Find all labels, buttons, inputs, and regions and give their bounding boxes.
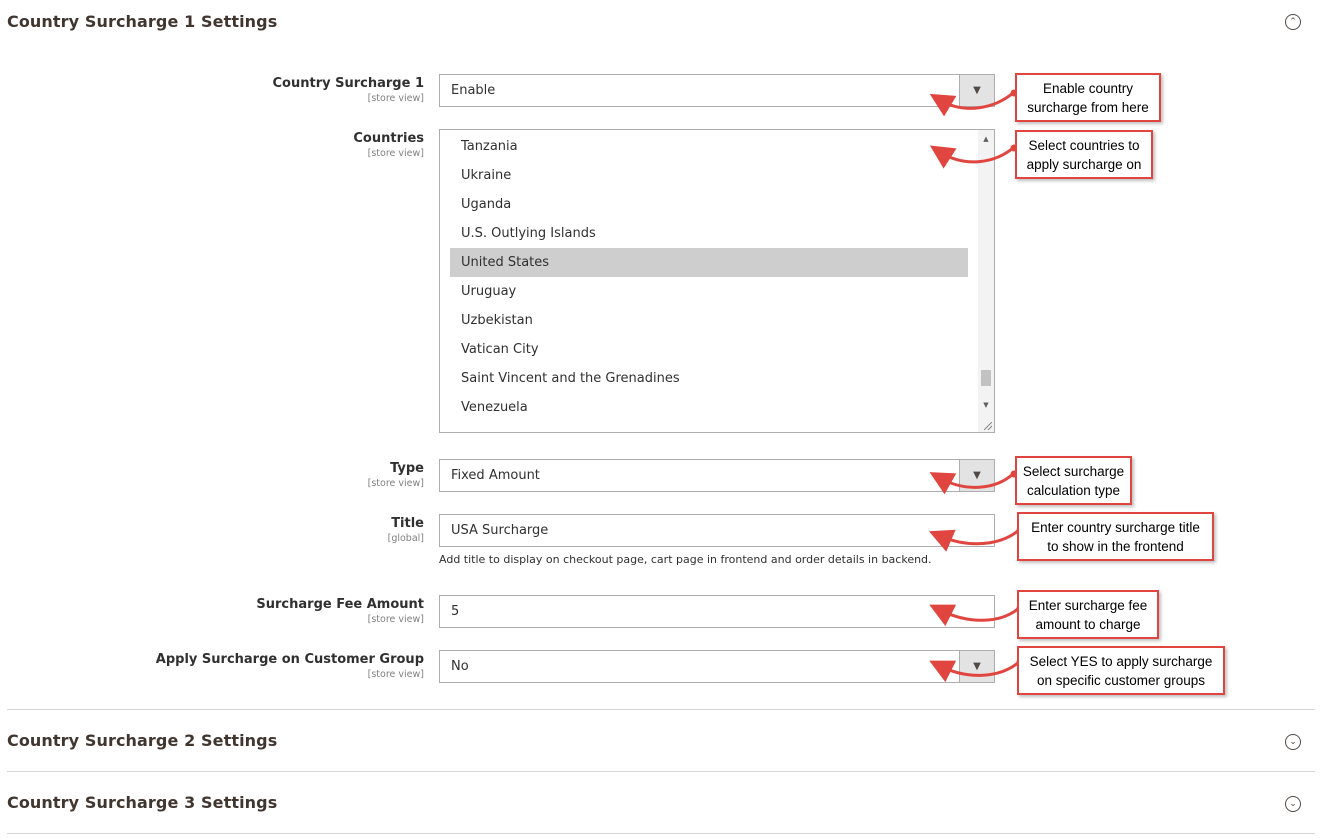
countries-scope: [store view] <box>367 148 424 159</box>
chevron-down-circle-icon[interactable]: ⌄ <box>1285 734 1301 750</box>
country-option[interactable]: Saint Vincent and the Grenadines <box>450 364 968 393</box>
scroll-up-icon[interactable]: ▲ <box>978 132 994 146</box>
scrollbar-thumb[interactable] <box>981 370 991 386</box>
callout-fee: Enter surcharge fee amount to charge <box>1017 590 1159 639</box>
fee-amount-value: 5 <box>451 604 460 619</box>
callout-countries: Select countries to apply surcharge on <box>1015 130 1153 179</box>
title-scope: [global] <box>387 533 424 544</box>
callout-text: amount to charge <box>1035 616 1141 632</box>
country-option[interactable]: Venezuela <box>450 393 968 422</box>
callout-text: on specific customer groups <box>1036 672 1206 688</box>
fee-amount-input[interactable]: 5 <box>439 595 995 628</box>
section-title-3[interactable]: Country Surcharge 3 Settings <box>7 793 277 812</box>
countries-multiselect[interactable]: Tanzania Ukraine Uganda U.S. Outlying Is… <box>439 129 995 433</box>
country-option[interactable]: Uzbekistan <box>450 306 968 335</box>
callout-type: Select surcharge calculation type <box>1015 456 1132 505</box>
section-divider <box>7 771 1315 772</box>
callout-text: Select surcharge <box>1022 463 1125 479</box>
section-title-1[interactable]: Country Surcharge 1 Settings <box>7 12 277 31</box>
callout-text: to show in the frontend <box>1047 538 1184 554</box>
triangle-down-icon[interactable]: ▼ <box>959 651 994 682</box>
customer-group-value: No <box>451 659 469 674</box>
country-surcharge-value: Enable <box>451 83 496 98</box>
customer-group-label: Apply Surcharge on Customer Group <box>155 652 424 667</box>
callout-text: surcharge from here <box>1027 99 1149 115</box>
type-value: Fixed Amount <box>451 468 540 483</box>
fee-amount-scope: [store view] <box>367 614 424 625</box>
callout-text: apply surcharge on <box>1026 156 1142 172</box>
country-surcharge-select[interactable]: Enable ▼ <box>439 74 995 107</box>
title-input[interactable]: USA Surcharge <box>439 514 995 547</box>
callout-text: Select YES to apply surcharge <box>1029 653 1213 669</box>
title-label: Title <box>391 516 424 531</box>
callout-enable: Enable country surcharge from here <box>1015 73 1161 122</box>
title-value: USA Surcharge <box>451 523 549 538</box>
type-select[interactable]: Fixed Amount ▼ <box>439 459 995 492</box>
triangle-down-icon[interactable]: ▼ <box>959 75 994 106</box>
fee-amount-label: Surcharge Fee Amount <box>256 597 424 612</box>
triangle-down-icon[interactable]: ▼ <box>959 460 994 491</box>
country-surcharge-scope: [store view] <box>367 93 424 104</box>
country-option-selected[interactable]: United States <box>450 248 968 277</box>
callout-title: Enter country surcharge title to show in … <box>1017 512 1214 561</box>
type-label: Type <box>390 461 424 476</box>
country-option[interactable]: U.S. Outlying Islands <box>450 219 968 248</box>
country-option[interactable]: Tanzania <box>450 132 968 161</box>
callout-customer-group: Select YES to apply surcharge on specific… <box>1017 646 1225 695</box>
country-surcharge-label: Country Surcharge 1 <box>272 76 424 91</box>
chevron-down-circle-icon[interactable]: ⌄ <box>1285 796 1301 812</box>
section-divider <box>7 833 1315 834</box>
country-option[interactable]: Uganda <box>450 190 968 219</box>
customer-group-select[interactable]: No ▼ <box>439 650 995 683</box>
countries-scrollbar[interactable]: ▲ ▼ <box>978 130 994 432</box>
section-divider <box>7 709 1315 710</box>
section-title-2[interactable]: Country Surcharge 2 Settings <box>7 731 277 750</box>
callout-text: calculation type <box>1026 482 1121 498</box>
resize-grip-icon[interactable] <box>984 422 992 430</box>
callout-text: Enter surcharge fee <box>1028 597 1148 613</box>
callout-text: Enable country <box>1042 80 1134 96</box>
country-option[interactable]: Ukraine <box>450 161 968 190</box>
type-scope: [store view] <box>367 478 424 489</box>
country-option[interactable]: Vatican City <box>450 335 968 364</box>
country-option[interactable]: Uruguay <box>450 277 968 306</box>
countries-label: Countries <box>353 131 424 146</box>
chevron-up-circle-icon[interactable]: ⌃ <box>1285 14 1301 30</box>
callout-text: Select countries to <box>1028 137 1140 153</box>
title-note: Add title to display on checkout page, c… <box>439 553 932 566</box>
scroll-down-icon[interactable]: ▼ <box>978 398 994 412</box>
callout-text: Enter country surcharge title <box>1031 519 1200 535</box>
customer-group-scope: [store view] <box>367 669 424 680</box>
